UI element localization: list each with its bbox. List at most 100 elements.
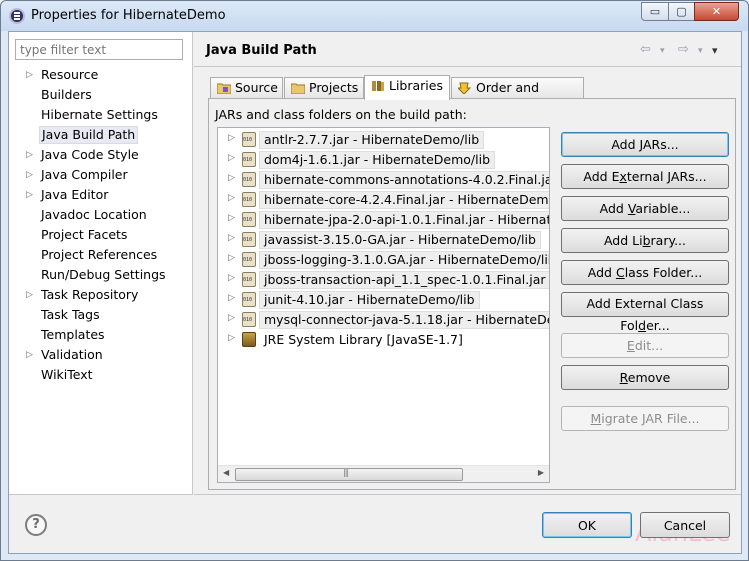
tree-item-label: Resource xyxy=(41,67,99,82)
list-item[interactable]: ▷ hibernate-jpa-2.0-api-1.0.1.Final.jar -… xyxy=(218,210,549,230)
tree-item-run-debug-settings[interactable]: Run/Debug Settings xyxy=(9,266,193,286)
tab-label: Libraries xyxy=(389,78,443,93)
scroll-right-icon[interactable]: ▶ xyxy=(538,468,544,477)
view-menu-icon[interactable]: ▾ xyxy=(712,44,718,57)
jar-icon xyxy=(242,192,256,207)
library-label: javassist-3.15.0-GA.jar - HibernateDemo/… xyxy=(259,231,541,249)
scroll-left-icon[interactable]: ◀ xyxy=(223,468,229,477)
minimize-button[interactable]: ▭ xyxy=(641,2,669,21)
tree-item-validation[interactable]: ▷ Validation xyxy=(9,346,193,366)
scrollbar-thumb[interactable] xyxy=(235,468,463,481)
tree-item-javadoc-location[interactable]: Javadoc Location xyxy=(9,206,193,226)
remove-button[interactable]: Remove xyxy=(561,365,729,390)
expand-arrow-icon[interactable]: ▷ xyxy=(26,346,33,364)
tree-item-java-build-path[interactable]: Java Build Path xyxy=(9,126,193,146)
tree-item-resource[interactable]: ▷ Resource xyxy=(9,66,193,86)
expand-arrow-icon[interactable]: ▷ xyxy=(26,286,33,304)
library-label: JRE System Library [JavaSE-1.7] xyxy=(264,332,463,347)
dialog-client: ▷ Resource Builders Hibernate Settings Ja… xyxy=(8,31,742,554)
expand-arrow-icon[interactable]: ▷ xyxy=(26,146,33,164)
jar-icon xyxy=(242,212,256,227)
tree-item-templates[interactable]: Templates xyxy=(9,326,193,346)
forward-dropdown-icon[interactable]: ▾ xyxy=(698,46,703,56)
tree-item-hibernate-settings[interactable]: Hibernate Settings xyxy=(9,106,193,126)
library-label: dom4j-1.6.1.jar - HibernateDemo/lib xyxy=(259,151,496,169)
library-label: hibernate-commons-annotations-4.0.2.Fina… xyxy=(259,171,549,189)
expand-arrow-icon[interactable]: ▷ xyxy=(228,273,235,283)
add-jars-button[interactable]: Add JARs... xyxy=(561,132,729,157)
tree-item-wikitext[interactable]: WikiText xyxy=(9,366,193,386)
list-item[interactable]: ▷ junit-4.10.jar - HibernateDemo/lib xyxy=(218,290,549,310)
tree-item-label: Javadoc Location xyxy=(41,207,147,222)
list-item[interactable]: ▷ JRE System Library [JavaSE-1.7] xyxy=(218,330,549,350)
property-pages-tree: ▷ Resource Builders Hibernate Settings Ja… xyxy=(9,66,193,386)
expand-arrow-icon[interactable]: ▷ xyxy=(228,153,235,163)
list-item[interactable]: ▷ mysql-connector-java-5.1.18.jar - Hiber… xyxy=(218,310,549,330)
cancel-button[interactable]: Cancel xyxy=(640,512,730,538)
tree-item-task-tags[interactable]: Task Tags xyxy=(9,306,193,326)
source-folder-icon xyxy=(217,83,231,94)
property-pages-pane: ▷ Resource Builders Hibernate Settings Ja… xyxy=(9,32,193,495)
library-label: junit-4.10.jar - HibernateDemo/lib xyxy=(259,291,480,309)
add-external-jars-button[interactable]: Add External JARs... xyxy=(561,164,729,189)
back-arrow-icon[interactable]: ⇦ xyxy=(640,42,651,57)
libraries-list-label: JARs and class folders on the build path… xyxy=(215,107,467,122)
tree-item-java-editor[interactable]: ▷ Java Editor xyxy=(9,186,193,206)
tab-source[interactable]: Source xyxy=(210,77,283,99)
close-button[interactable]: ✕ xyxy=(694,2,739,21)
filter-input[interactable] xyxy=(15,39,183,60)
expand-arrow-icon[interactable]: ▷ xyxy=(26,166,33,184)
expand-arrow-icon[interactable]: ▷ xyxy=(26,66,33,84)
tab-order-and-export[interactable]: Order and Export xyxy=(451,77,584,115)
list-item[interactable]: ▷ dom4j-1.6.1.jar - HibernateDemo/lib xyxy=(218,150,549,170)
tab-projects[interactable]: Projects xyxy=(284,77,364,99)
back-dropdown-icon[interactable]: ▾ xyxy=(660,46,665,56)
forward-arrow-icon[interactable]: ⇨ xyxy=(678,42,689,57)
expand-arrow-icon[interactable]: ▷ xyxy=(228,193,235,203)
tree-item-project-facets[interactable]: Project Facets xyxy=(9,226,193,246)
tree-item-label: Java Code Style xyxy=(41,147,139,162)
tree-item-label: Project Facets xyxy=(41,227,128,242)
tree-item-task-repository[interactable]: ▷ Task Repository xyxy=(9,286,193,306)
list-item[interactable]: ▷ jboss-logging-3.1.0.GA.jar - HibernateD… xyxy=(218,250,549,270)
tree-item-label: Task Repository xyxy=(41,287,139,302)
tree-item-label: Java Compiler xyxy=(41,167,128,182)
jar-icon xyxy=(242,252,256,267)
expand-arrow-icon[interactable]: ▷ xyxy=(228,233,235,243)
expand-arrow-icon[interactable]: ▷ xyxy=(228,293,235,303)
add-variable-button[interactable]: Add Variable... xyxy=(561,196,729,221)
add-external-class-folder-button[interactable]: Add External Class Folder... xyxy=(561,292,729,333)
list-item[interactable]: ▷ javassist-3.15.0-GA.jar - HibernateDemo… xyxy=(218,230,549,250)
expand-arrow-icon[interactable]: ▷ xyxy=(228,213,235,223)
list-item[interactable]: ▷ hibernate-commons-annotations-4.0.2.Fin… xyxy=(218,170,549,190)
tree-item-project-references[interactable]: Project References xyxy=(9,246,193,266)
add-library-button[interactable]: Add Library... xyxy=(561,228,729,253)
tree-item-java-compiler[interactable]: ▷ Java Compiler xyxy=(9,166,193,186)
expand-arrow-icon[interactable]: ▷ xyxy=(228,313,235,323)
expand-arrow-icon[interactable]: ▷ xyxy=(228,333,235,343)
list-item[interactable]: ▷ hibernate-core-4.2.4.Final.jar - Hibern… xyxy=(218,190,549,210)
library-label: jboss-transaction-api_1.1_spec-1.0.1.Fin… xyxy=(259,271,549,289)
maximize-button[interactable]: ▢ xyxy=(668,2,695,21)
libraries-list[interactable]: ▷ antlr-2.7.7.jar - HibernateDemo/lib ▷ do… xyxy=(217,127,550,483)
list-item[interactable]: ▷ jboss-transaction-api_1.1_spec-1.0.1.Fi… xyxy=(218,270,549,290)
expand-arrow-icon[interactable]: ▷ xyxy=(228,253,235,263)
tab-libraries[interactable]: Libraries xyxy=(364,75,450,100)
edit-button[interactable]: Edit... xyxy=(561,333,729,358)
tree-item-java-code-style[interactable]: ▷ Java Code Style xyxy=(9,146,193,166)
horizontal-scrollbar[interactable]: ◀ ▶ xyxy=(218,465,549,482)
tree-item-label: Templates xyxy=(41,327,105,342)
tree-item-label: Java Editor xyxy=(41,187,109,202)
expand-arrow-icon[interactable]: ▷ xyxy=(228,133,235,143)
ok-button[interactable]: OK xyxy=(542,512,632,538)
expand-arrow-icon[interactable]: ▷ xyxy=(26,186,33,204)
add-class-folder-button[interactable]: Add Class Folder... xyxy=(561,260,729,285)
tree-item-builders[interactable]: Builders xyxy=(9,86,193,106)
tree-item-label: Run/Debug Settings xyxy=(41,267,166,282)
expand-arrow-icon[interactable]: ▷ xyxy=(228,173,235,183)
title-bar[interactable]: Properties for HibernateDemo ▭ ▢ ✕ xyxy=(1,1,748,31)
help-icon[interactable]: ? xyxy=(25,514,47,536)
jar-icon xyxy=(242,292,256,307)
migrate-jar-button[interactable]: Migrate JAR File... xyxy=(561,406,729,431)
list-item[interactable]: ▷ antlr-2.7.7.jar - HibernateDemo/lib xyxy=(218,130,549,150)
